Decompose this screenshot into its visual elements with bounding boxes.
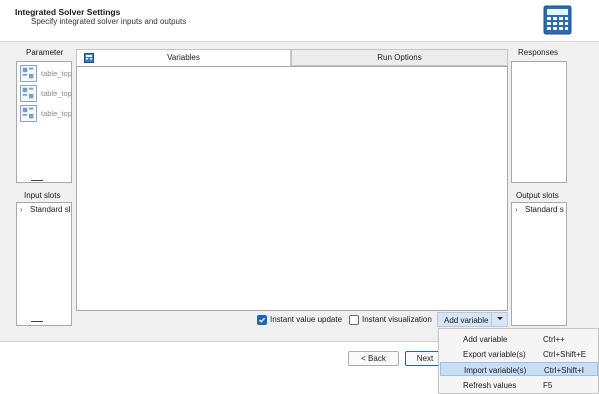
parameter-item-label: table_top (41, 89, 72, 98)
menu-item-refresh-values[interactable]: Refresh values F5 (440, 378, 598, 392)
parameter-list[interactable]: table_top table_top table_top (16, 61, 72, 183)
resize-handle[interactable] (31, 180, 43, 181)
input-slot-item[interactable]: › Standard sl (20, 205, 70, 214)
tab-variables[interactable]: Variables (76, 49, 291, 66)
page-subtitle: Specify integrated solver inputs and out… (31, 17, 187, 26)
table-icon (20, 85, 37, 102)
parameter-item-label: table_top (41, 69, 72, 78)
instant-visualization-label: Instant visualization (362, 315, 432, 324)
output-slots-list[interactable]: › Standard s (511, 202, 567, 326)
instant-value-update-checkbox[interactable] (257, 315, 267, 325)
input-slots-list[interactable]: › Standard sl (16, 202, 72, 326)
menu-item-import-variables[interactable]: Import variable(s) Ctrl+Shift+I (440, 362, 598, 376)
menu-item-add-variable[interactable]: Add variable Ctrl++ (440, 332, 598, 346)
responses-title: Responses (518, 48, 559, 57)
menu-item-export-variables[interactable]: Export variable(s) Ctrl+Shift+E (440, 347, 598, 361)
menu-item-label: Refresh values (463, 381, 517, 390)
input-slot-label: Standard sl (30, 205, 71, 214)
menu-item-label: Add variable (463, 335, 508, 344)
parameter-item[interactable]: table_top (19, 64, 73, 82)
output-slots-title: Output slots (516, 191, 559, 200)
checkmark-icon (259, 317, 266, 323)
wizard-header: Integrated Solver Settings Specify integ… (0, 0, 599, 42)
parameter-item-label: table_top (41, 109, 72, 118)
menu-item-shortcut: Ctrl+Shift+I (544, 366, 585, 375)
output-slot-item[interactable]: › Standard s (515, 205, 564, 214)
input-slots-title: Input slots (24, 191, 61, 200)
responses-list[interactable] (511, 61, 567, 183)
menu-item-shortcut: Ctrl++ (543, 335, 565, 344)
variables-table[interactable] (76, 66, 508, 311)
tab-variables-label: Variables (167, 53, 200, 62)
parameter-item[interactable]: table_top (19, 104, 73, 122)
resize-handle[interactable] (31, 321, 43, 322)
menu-item-label: Import variable(s) (464, 366, 527, 375)
chevron-right-icon[interactable]: › (20, 205, 30, 214)
tab-run-options[interactable]: Run Options (291, 49, 508, 66)
chevron-down-icon (497, 317, 503, 320)
menu-item-shortcut: Ctrl+Shift+E (543, 350, 587, 359)
tab-run-options-label: Run Options (377, 53, 422, 62)
calculator-icon (84, 53, 94, 63)
chevron-right-icon[interactable]: › (515, 205, 525, 214)
parameter-item[interactable]: table_top (19, 84, 73, 102)
instant-visualization-checkbox[interactable] (349, 315, 359, 325)
parameter-title: Parameter (26, 48, 64, 57)
menu-item-shortcut: F5 (543, 381, 553, 390)
back-button[interactable]: < Back (348, 351, 399, 366)
table-icon (20, 65, 37, 82)
add-variable-dropdown[interactable] (491, 312, 508, 327)
instant-value-update-label: Instant value update (270, 315, 343, 324)
calculator-icon (543, 5, 572, 35)
page-title: Integrated Solver Settings (15, 7, 121, 17)
add-variable-menu: Add variable Ctrl++ Export variable(s) C… (438, 328, 599, 394)
add-variable-button[interactable]: Add variable (437, 312, 508, 327)
add-variable-label: Add variable (444, 316, 489, 325)
menu-item-label: Export variable(s) (463, 350, 526, 359)
output-slot-label: Standard s (525, 205, 564, 214)
table-icon (20, 105, 37, 122)
